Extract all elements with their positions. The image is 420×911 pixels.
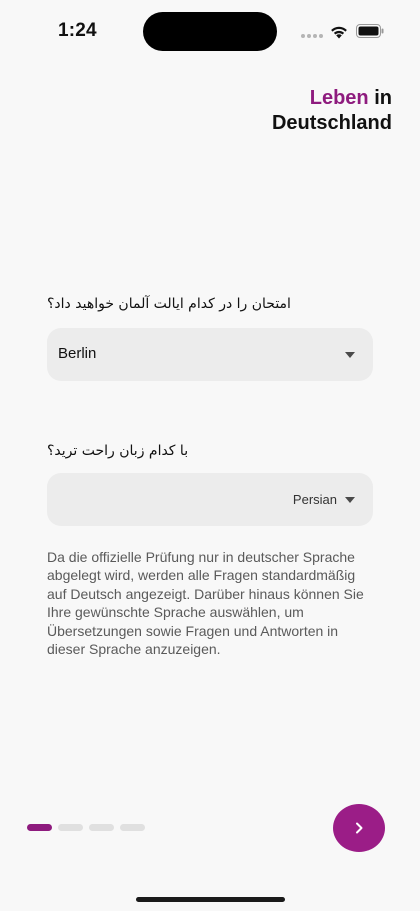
dynamic-island [143, 12, 277, 51]
language-dropdown-value: Persian [292, 492, 337, 507]
language-dropdown[interactable]: Persian [47, 473, 373, 526]
app-logo-text: Leben in Deutschland [272, 86, 392, 136]
language-question-label: با کدام زبان راحت ترید؟ [47, 443, 189, 459]
next-button[interactable] [333, 804, 385, 852]
brand-word-in: in [374, 87, 392, 109]
status-bar: 1:24 [0, 0, 420, 62]
wifi-icon [331, 26, 347, 39]
state-dropdown[interactable]: Berlin [47, 328, 373, 381]
page-dot-active [27, 824, 52, 831]
battery-icon [356, 24, 384, 38]
state-dropdown-value: Berlin [58, 345, 97, 362]
state-question-label: امتحان را در کدام ایالت آلمان خواهید داد… [47, 296, 291, 312]
chevron-right-icon [356, 822, 363, 834]
caret-down-icon [345, 497, 355, 503]
caret-down-icon [345, 352, 355, 358]
page-dot [120, 824, 145, 831]
page-indicator [27, 824, 145, 831]
cellular-signal-icon [301, 34, 323, 38]
page-dot [89, 824, 114, 831]
info-paragraph: Da die offizielle Prüfung nur in deutsch… [47, 549, 364, 658]
brand-word-leben: Leben [309, 87, 369, 109]
page-dot [58, 824, 83, 831]
status-time: 1:24 [58, 20, 97, 41]
home-indicator [136, 897, 285, 902]
brand-word-deutschland: Deutschland [271, 112, 392, 134]
